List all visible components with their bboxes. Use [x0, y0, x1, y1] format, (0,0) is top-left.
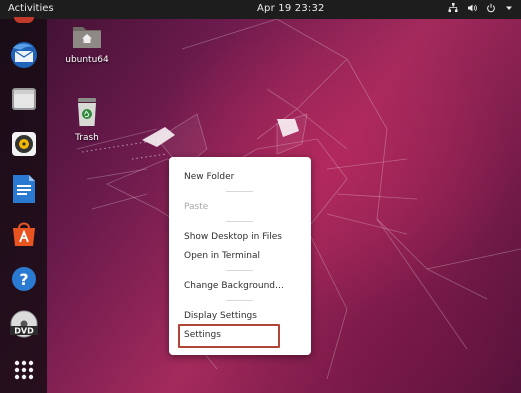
- menu-item-show-desktop-in-files[interactable]: Show Desktop in Files: [184, 232, 282, 242]
- dock-partial-icon[interactable]: [14, 17, 34, 23]
- activities-button[interactable]: Activities: [8, 3, 54, 14]
- dvd-icon[interactable]: DVD: [6, 306, 42, 342]
- trash-icon: [78, 98, 96, 126]
- menu-arrow-icon[interactable]: [505, 4, 513, 15]
- power-icon[interactable]: [486, 3, 496, 16]
- system-tray[interactable]: [448, 2, 513, 17]
- settings-highlight-box: [178, 324, 280, 348]
- menu-item-change-background[interactable]: Change Background…: [184, 281, 284, 291]
- clock[interactable]: Apr 19 23:32: [257, 3, 325, 14]
- dvd-label: DVD: [14, 327, 34, 336]
- rhythmbox-icon[interactable]: [6, 126, 42, 162]
- menu-separator: [226, 300, 253, 301]
- desktop-icon-ubuntu64[interactable]: ubuntu64: [62, 23, 112, 65]
- menu-item-paste: Paste: [184, 202, 209, 212]
- libreoffice-writer-icon[interactable]: [6, 171, 42, 207]
- network-icon[interactable]: [448, 3, 458, 16]
- top-bar: Activities Apr 19 23:32: [0, 0, 521, 19]
- home-folder-icon: [73, 27, 101, 48]
- menu-separator: [226, 191, 253, 192]
- desktop-icon-label: ubuntu64: [65, 55, 109, 65]
- software-center-icon[interactable]: [6, 216, 42, 252]
- show-apps-icon[interactable]: [6, 352, 42, 388]
- menu-item-display-settings[interactable]: Display Settings: [184, 311, 257, 321]
- menu-item-open-in-terminal[interactable]: Open in Terminal: [184, 251, 260, 261]
- files-icon[interactable]: [6, 81, 42, 117]
- thunderbird-icon[interactable]: [6, 37, 42, 73]
- dock: ? DVD: [0, 17, 47, 393]
- help-icon[interactable]: ?: [6, 261, 42, 297]
- menu-item-new-folder[interactable]: New Folder: [184, 172, 234, 182]
- desktop-icon-label: Trash: [75, 133, 99, 143]
- volume-icon[interactable]: [467, 3, 477, 16]
- menu-separator: [226, 221, 253, 222]
- menu-separator: [226, 270, 253, 271]
- svg-text:?: ?: [19, 270, 28, 289]
- desktop-icon-trash[interactable]: Trash: [66, 97, 108, 143]
